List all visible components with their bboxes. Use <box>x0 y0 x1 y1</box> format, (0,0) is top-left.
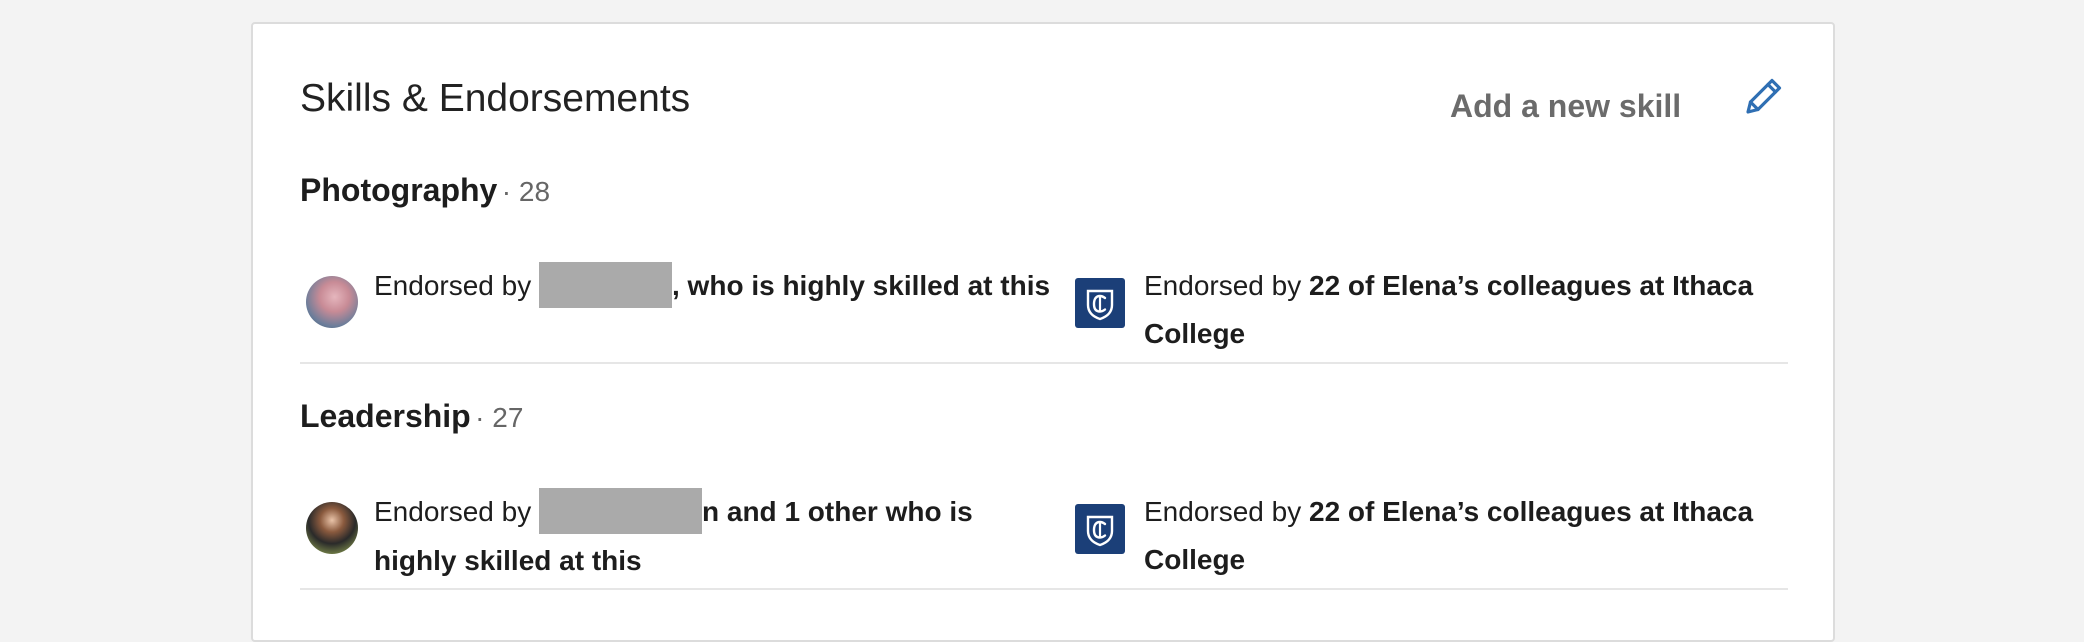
endorsed-by-label: Endorsed by <box>1144 496 1302 527</box>
ithaca-college-logo-icon <box>1075 278 1125 328</box>
endorsed-by-label: Endorsed by <box>1144 270 1302 301</box>
endorsed-by-label: Endorsed by <box>374 496 532 527</box>
college-endorsement-text: Endorsed by 22 of Elena’s colleagues at … <box>1144 488 1788 584</box>
section-title: Skills & Endorsements <box>300 77 691 120</box>
skill-header: Photography · 28 <box>300 174 1788 206</box>
skill-header: Leadership · 27 <box>300 400 1788 432</box>
skill-name[interactable]: Leadership <box>300 398 471 434</box>
person-endorsement-text: Endorsed by , who is highly skilled at t… <box>374 261 1054 311</box>
divider <box>300 362 1788 364</box>
skills-card: Skills & Endorsements Add a new skill Ph… <box>251 22 1835 642</box>
redacted-name <box>539 487 702 534</box>
endorsement-count[interactable]: · 28 <box>502 176 550 207</box>
redacted-name <box>539 261 672 308</box>
endorsement-count[interactable]: · 27 <box>475 402 523 433</box>
avatar[interactable] <box>306 502 358 554</box>
add-skill-button[interactable]: Add a new skill <box>1450 90 1681 122</box>
skill-item-leadership: Leadership · 27 Endorsed by n and 1 othe… <box>300 400 1788 576</box>
pencil-icon[interactable] <box>1741 73 1787 119</box>
endorsed-by-label: Endorsed by <box>374 270 532 301</box>
person-endorsement-text: Endorsed by n and 1 other who is highly … <box>374 487 1054 585</box>
avatar[interactable] <box>306 276 358 328</box>
skill-name[interactable]: Photography <box>300 172 497 208</box>
skill-item-photography: Photography · 28 Endorsed by , who is hi… <box>300 174 1788 349</box>
endorsement-detail: , who is highly skilled at this <box>672 270 1051 301</box>
ithaca-college-logo-icon <box>1075 504 1125 554</box>
divider <box>300 588 1788 590</box>
college-endorsement-text: Endorsed by 22 of Elena’s colleagues at … <box>1144 262 1788 358</box>
